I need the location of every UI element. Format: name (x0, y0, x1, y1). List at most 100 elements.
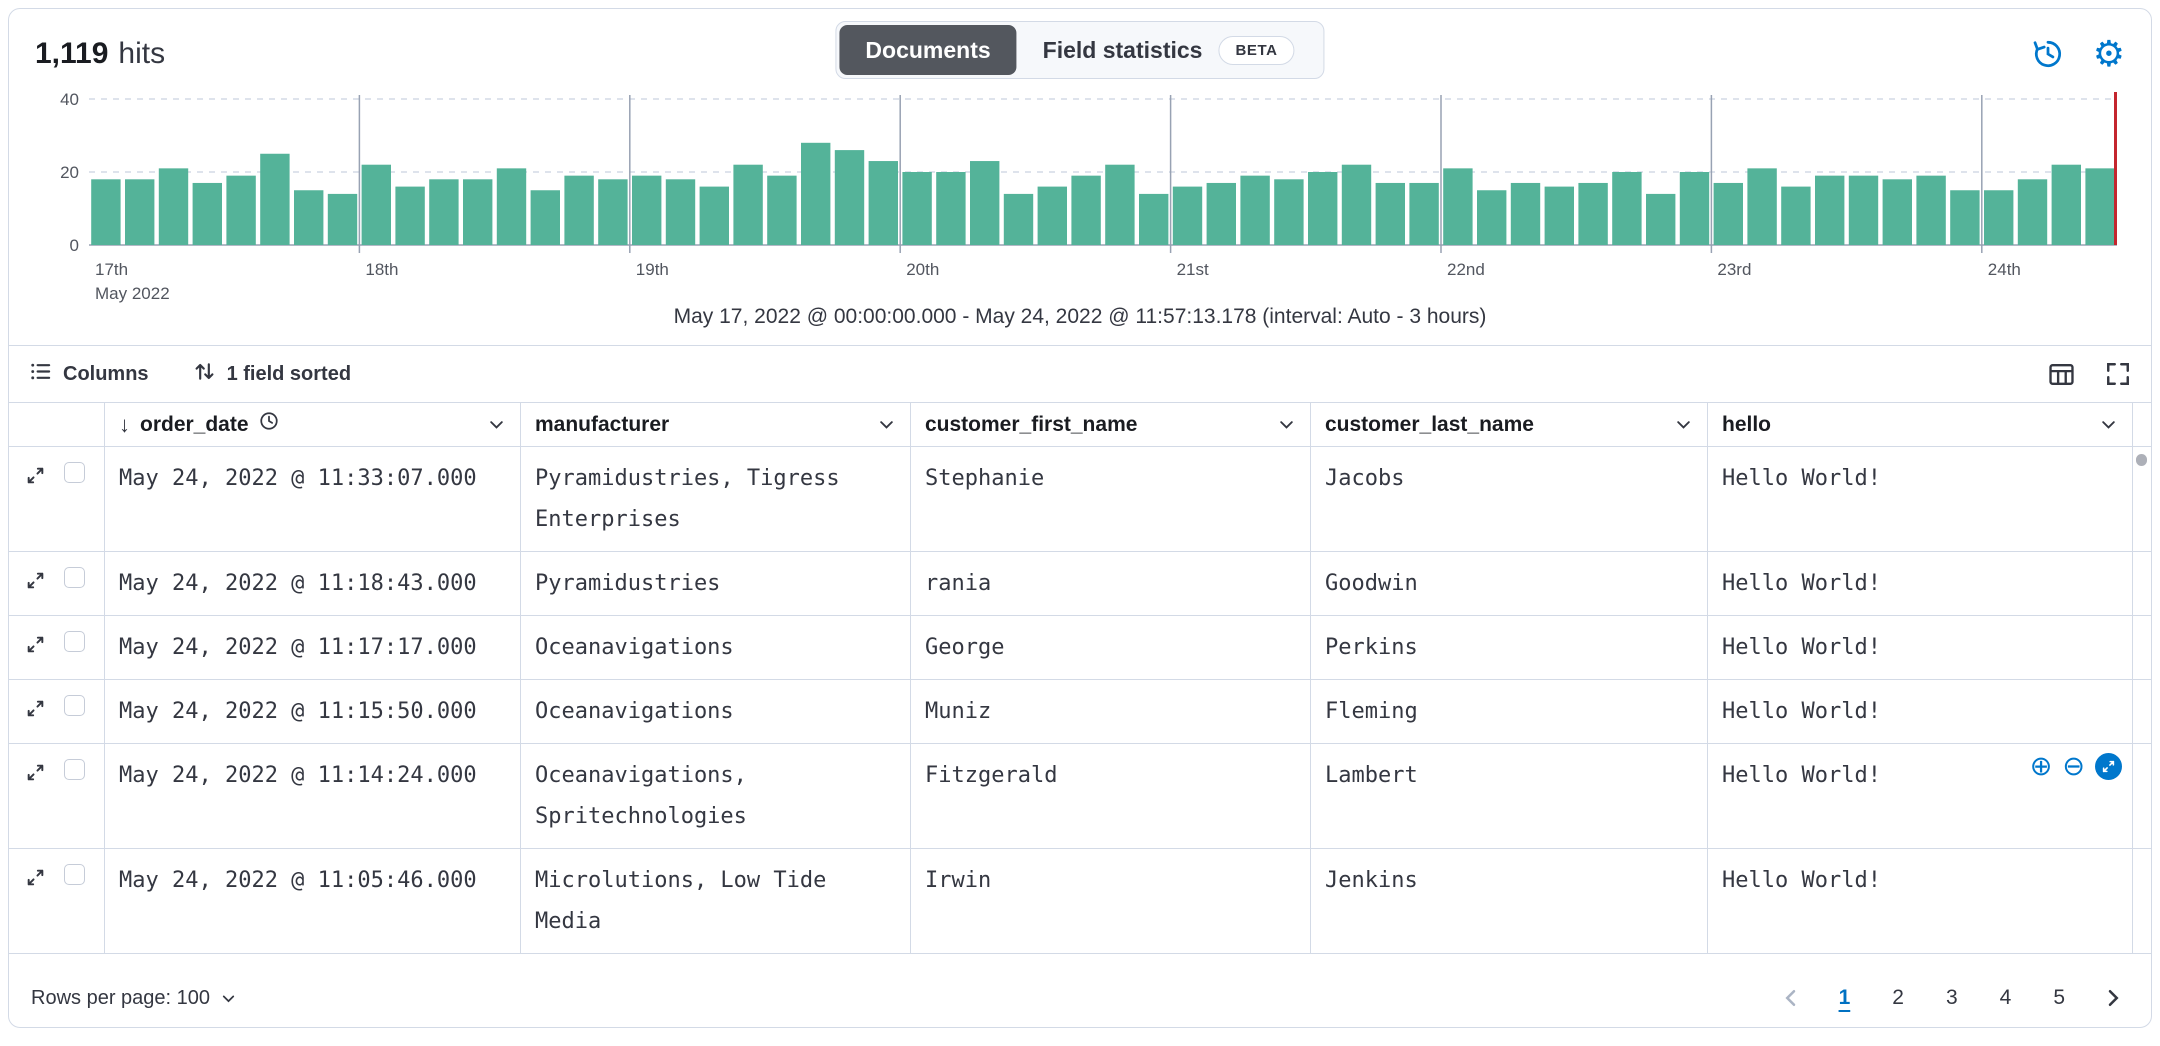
cell-hello[interactable]: Hello World! ⊕ ⊖ (1708, 744, 2133, 848)
cell-order_date[interactable]: May 24, 2022 @ 11:05:46.000 (105, 849, 521, 953)
cell-hello[interactable]: Hello World! (1708, 849, 2133, 953)
histogram-bar[interactable] (158, 168, 189, 245)
histogram-bar[interactable] (1984, 190, 2014, 245)
page-button-5[interactable]: 5 (2043, 982, 2075, 1014)
histogram-bar[interactable] (1713, 182, 1743, 245)
page-button-3[interactable]: 3 (1936, 982, 1968, 1014)
cell-order_date[interactable]: May 24, 2022 @ 11:17:17.000 (105, 616, 521, 679)
histogram-bar[interactable] (1781, 186, 1811, 245)
histogram-bar[interactable] (733, 164, 763, 245)
column-header-manufacturer[interactable]: manufacturer (521, 403, 911, 446)
history-refresh-icon[interactable] (2031, 37, 2065, 71)
fullscreen-icon[interactable] (2105, 361, 2131, 387)
next-page-icon[interactable] (2097, 986, 2129, 1010)
filter-for-icon[interactable]: ⊕ (2030, 753, 2053, 780)
histogram-bar[interactable] (1375, 182, 1405, 245)
histogram-bar[interactable] (2085, 168, 2115, 245)
page-button-1[interactable]: 1 (1829, 982, 1861, 1014)
histogram-bar[interactable] (1240, 175, 1270, 245)
histogram-bar[interactable] (192, 182, 222, 245)
histogram-bar[interactable] (1510, 182, 1541, 245)
histogram-bar[interactable] (1815, 175, 1845, 245)
histogram-chart[interactable]: 0 20 40 17th May 2022 18th 19th 20th 21st 22nd 23r… (9, 87, 2151, 303)
histogram-bar[interactable] (1578, 182, 1608, 245)
expand-row-icon[interactable] (25, 570, 46, 591)
column-header-hello[interactable]: hello (1708, 403, 2133, 446)
cell-order_date[interactable]: May 24, 2022 @ 11:18:43.000 (105, 552, 521, 615)
histogram-bar[interactable] (463, 179, 493, 245)
cell-hello[interactable]: Hello World! (1708, 447, 2133, 551)
histogram-bar[interactable] (1105, 164, 1135, 245)
histogram-bar[interactable] (2051, 164, 2081, 245)
histogram-bar[interactable] (868, 161, 898, 245)
histogram-bar[interactable] (1409, 182, 1439, 245)
histogram-bar[interactable] (1443, 168, 1473, 245)
columns-button[interactable]: Columns (29, 360, 149, 389)
expand-row-icon[interactable] (25, 634, 46, 655)
column-header-customer_last_name[interactable]: customer_last_name (1311, 403, 1708, 446)
cell-customer_first_name[interactable]: Irwin (911, 849, 1311, 953)
cell-hello[interactable]: Hello World! (1708, 680, 2133, 743)
vertical-scrollbar-thumb[interactable] (2136, 454, 2147, 466)
column-menu-hello-icon[interactable] (2099, 415, 2118, 434)
histogram-bar[interactable] (496, 168, 527, 245)
histogram-bar[interactable] (226, 175, 256, 245)
column-menu-customer_last_name-icon[interactable] (1674, 415, 1693, 434)
cell-manufacturer[interactable]: Pyramidustries, Tigress Enterprises (521, 447, 911, 551)
histogram-bar[interactable] (1341, 164, 1372, 245)
cell-customer_first_name[interactable]: Stephanie (911, 447, 1311, 551)
cell-customer_last_name[interactable]: Lambert (1311, 744, 1708, 848)
histogram-bar[interactable] (970, 161, 1000, 245)
histogram-bar[interactable] (1037, 186, 1067, 245)
histogram-bar[interactable] (1544, 186, 1574, 245)
histogram-bar[interactable] (1916, 175, 1946, 245)
histogram-bar[interactable] (632, 175, 662, 245)
row-checkbox[interactable] (64, 695, 85, 716)
expand-cell-icon[interactable] (2095, 753, 2122, 780)
cell-manufacturer[interactable]: Pyramidustries (521, 552, 911, 615)
cell-manufacturer[interactable]: Oceanavigations (521, 680, 911, 743)
histogram-bar[interactable] (665, 179, 696, 245)
column-header-order_date[interactable]: ↓ order_date (105, 403, 521, 446)
sort-fields-button[interactable]: 1 field sorted (193, 360, 351, 389)
histogram-bar[interactable] (1003, 193, 1034, 245)
histogram-bar[interactable] (1071, 175, 1101, 245)
histogram-bar[interactable] (1612, 172, 1642, 245)
histogram-bar[interactable] (1139, 193, 1169, 245)
histogram-bar[interactable] (1950, 190, 1980, 245)
histogram-bar[interactable] (1274, 179, 1304, 245)
histogram-bar[interactable] (91, 179, 121, 245)
cell-customer_last_name[interactable]: Jacobs (1311, 447, 1708, 551)
expand-row-icon[interactable] (25, 698, 46, 719)
histogram-bar[interactable] (699, 186, 729, 245)
histogram-bar[interactable] (1848, 175, 1879, 245)
histogram-bar[interactable] (564, 175, 594, 245)
cell-order_date[interactable]: May 24, 2022 @ 11:33:07.000 (105, 447, 521, 551)
cell-customer_first_name[interactable]: Fitzgerald (911, 744, 1311, 848)
column-header-customer_first_name[interactable]: customer_first_name (911, 403, 1311, 446)
cell-customer_last_name[interactable]: Goodwin (1311, 552, 1708, 615)
histogram-bar[interactable] (801, 142, 831, 245)
gear-icon[interactable]: ⚙ (2093, 36, 2125, 72)
histogram-bar[interactable] (1206, 182, 1236, 245)
histogram-bar[interactable] (1172, 186, 1203, 245)
histogram-bar[interactable] (834, 150, 865, 245)
cell-manufacturer[interactable]: Oceanavigations, Spritechnologies (521, 744, 911, 848)
cell-customer_first_name[interactable]: Muniz (911, 680, 1311, 743)
histogram-bar[interactable] (1882, 179, 1912, 245)
histogram-bar[interactable] (395, 186, 425, 245)
histogram-bar[interactable] (530, 190, 560, 245)
histogram-bar[interactable] (1747, 168, 1777, 245)
expand-row-icon[interactable] (25, 867, 46, 888)
cell-manufacturer[interactable]: Oceanavigations (521, 616, 911, 679)
page-button-2[interactable]: 2 (1882, 982, 1914, 1014)
histogram-bar[interactable] (429, 179, 459, 245)
histogram-bar[interactable] (125, 179, 155, 245)
expand-row-icon[interactable] (25, 465, 46, 486)
histogram-bar[interactable] (260, 153, 290, 245)
column-menu-customer_first_name-icon[interactable] (1277, 415, 1296, 434)
row-checkbox[interactable] (64, 864, 85, 885)
cell-customer_last_name[interactable]: Jenkins (1311, 849, 1708, 953)
row-checkbox[interactable] (64, 567, 85, 588)
cell-hello[interactable]: Hello World! (1708, 552, 2133, 615)
